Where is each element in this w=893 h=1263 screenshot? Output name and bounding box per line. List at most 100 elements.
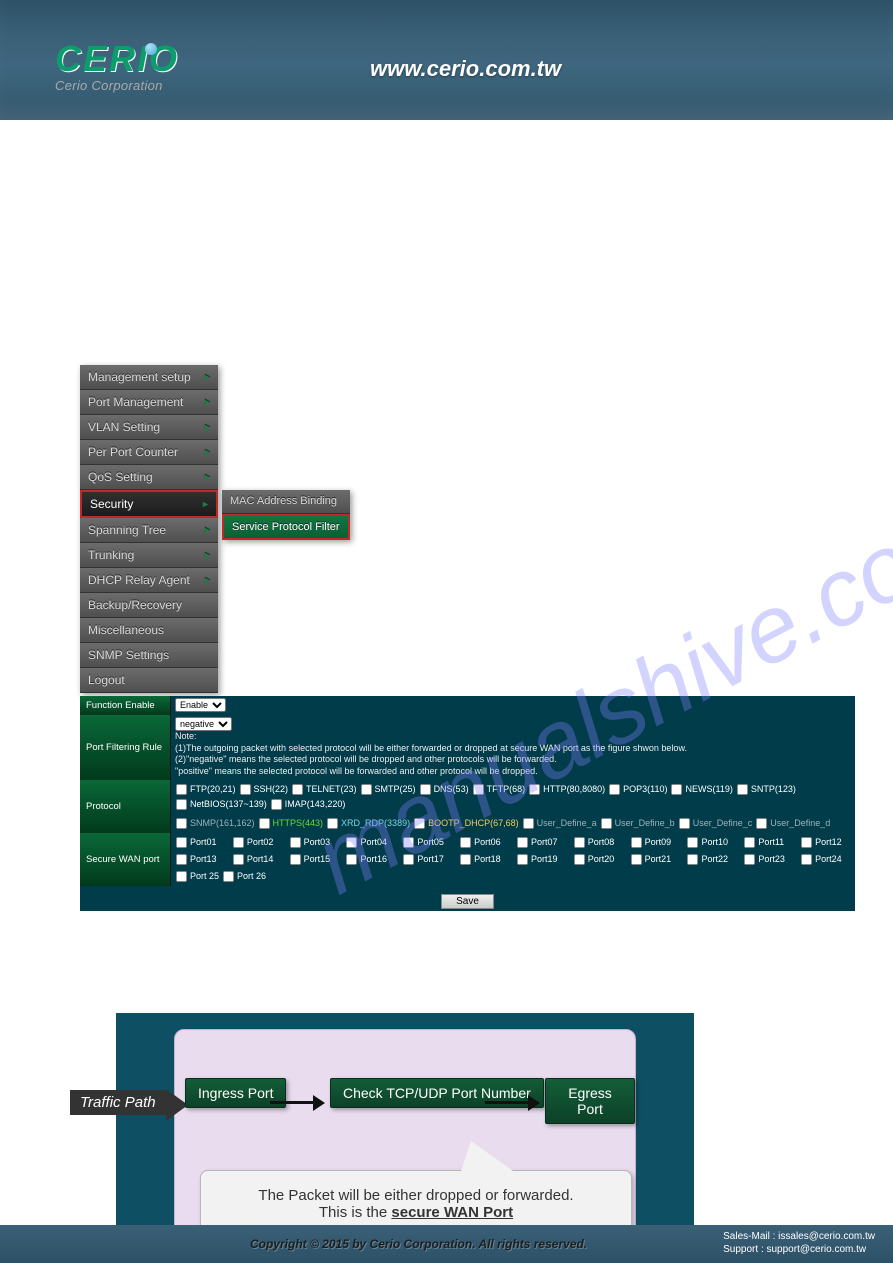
protocol-checkbox[interactable]: SMTP(25): [360, 783, 416, 796]
port-checkbox[interactable]: Port04: [345, 836, 393, 849]
checkbox[interactable]: [574, 854, 585, 865]
protocol-checkbox[interactable]: TFTP(68): [472, 783, 526, 796]
sidebar-item-backup-recovery[interactable]: Backup/Recovery: [80, 593, 218, 618]
sidebar-item-management-setup[interactable]: Management setup▸: [80, 365, 218, 390]
checkbox[interactable]: [473, 784, 484, 795]
checkbox[interactable]: [176, 799, 187, 810]
checkbox[interactable]: [233, 837, 244, 848]
checkbox[interactable]: [609, 784, 620, 795]
port-checkbox[interactable]: Port09: [630, 836, 678, 849]
protocol-checkbox[interactable]: NEWS(119): [670, 783, 732, 796]
protocol-checkbox[interactable]: User_Define_c: [678, 817, 753, 830]
protocol-checkbox[interactable]: IMAP(143,220): [270, 798, 346, 811]
checkbox[interactable]: [460, 854, 471, 865]
sidebar-item-spanning-tree[interactable]: Spanning Tree▸: [80, 518, 218, 543]
checkbox[interactable]: [601, 818, 612, 829]
checkbox[interactable]: [233, 854, 244, 865]
checkbox[interactable]: [679, 818, 690, 829]
checkbox[interactable]: [176, 854, 187, 865]
sidebar-item-security[interactable]: Security▸: [80, 490, 218, 518]
checkbox[interactable]: [460, 837, 471, 848]
checkbox[interactable]: [801, 837, 812, 848]
port-checkbox[interactable]: Port08: [573, 836, 621, 849]
protocol-checkbox[interactable]: XRD_RDP(3389): [326, 817, 410, 830]
checkbox[interactable]: [290, 837, 301, 848]
port-checkbox[interactable]: Port22: [686, 853, 734, 866]
port-checkbox[interactable]: Port14: [232, 853, 280, 866]
function-enable-select[interactable]: Enable: [175, 698, 226, 712]
port-checkbox[interactable]: Port11: [743, 836, 791, 849]
checkbox[interactable]: [517, 837, 528, 848]
protocol-checkbox[interactable]: FTP(20,21): [175, 783, 236, 796]
sidebar-item-qos-setting[interactable]: QoS Setting▸: [80, 465, 218, 490]
checkbox[interactable]: [290, 854, 301, 865]
checkbox[interactable]: [631, 837, 642, 848]
sidebar-item-vlan-setting[interactable]: VLAN Setting▸: [80, 415, 218, 440]
checkbox[interactable]: [176, 818, 187, 829]
checkbox[interactable]: [271, 799, 282, 810]
port-checkbox[interactable]: Port24: [800, 853, 848, 866]
checkbox[interactable]: [176, 871, 187, 882]
checkbox[interactable]: [176, 784, 187, 795]
checkbox[interactable]: [687, 837, 698, 848]
protocol-checkbox[interactable]: SNMP(161,162): [175, 817, 255, 830]
submenu-item-mac-address-binding[interactable]: MAC Address Binding: [222, 490, 350, 514]
checkbox[interactable]: [346, 837, 357, 848]
port-checkbox[interactable]: Port23: [743, 853, 791, 866]
port-checkbox[interactable]: Port01: [175, 836, 223, 849]
port-checkbox[interactable]: Port10: [686, 836, 734, 849]
port-checkbox[interactable]: Port12: [800, 836, 848, 849]
checkbox[interactable]: [756, 818, 767, 829]
port-checkbox[interactable]: Port07: [516, 836, 564, 849]
checkbox[interactable]: [361, 784, 372, 795]
checkbox[interactable]: [414, 818, 425, 829]
checkbox[interactable]: [671, 784, 682, 795]
port-checkbox[interactable]: Port15: [289, 853, 337, 866]
save-button[interactable]: Save: [441, 894, 494, 909]
protocol-checkbox[interactable]: DNS(53): [419, 783, 469, 796]
checkbox[interactable]: [744, 854, 755, 865]
protocol-checkbox[interactable]: User_Define_d: [755, 817, 830, 830]
checkbox[interactable]: [259, 818, 270, 829]
port-checkbox[interactable]: Port20: [573, 853, 621, 866]
protocol-checkbox[interactable]: HTTP(80,8080): [528, 783, 605, 796]
port-checkbox[interactable]: Port18: [459, 853, 507, 866]
port-filtering-rule-select[interactable]: negative: [175, 717, 232, 731]
port-checkbox[interactable]: Port19: [516, 853, 564, 866]
protocol-checkbox[interactable]: TELNET(23): [291, 783, 357, 796]
port-checkbox[interactable]: Port21: [630, 853, 678, 866]
protocol-checkbox[interactable]: NetBIOS(137~139): [175, 798, 267, 811]
protocol-checkbox[interactable]: SSH(22): [239, 783, 289, 796]
sidebar-item-dhcp-relay-agent[interactable]: DHCP Relay Agent▸: [80, 568, 218, 593]
checkbox[interactable]: [239, 784, 250, 795]
sidebar-item-per-port-counter[interactable]: Per Port Counter▸: [80, 440, 218, 465]
checkbox[interactable]: [574, 837, 585, 848]
port-checkbox[interactable]: Port05: [402, 836, 450, 849]
protocol-checkbox[interactable]: User_Define_a: [522, 817, 597, 830]
checkbox[interactable]: [744, 837, 755, 848]
port-checkbox[interactable]: Port06: [459, 836, 507, 849]
sidebar-item-logout[interactable]: Logout: [80, 668, 218, 693]
checkbox[interactable]: [517, 854, 528, 865]
checkbox[interactable]: [403, 837, 414, 848]
protocol-checkbox[interactable]: HTTPS(443): [258, 817, 324, 830]
protocol-checkbox[interactable]: SNTP(123): [736, 783, 796, 796]
checkbox[interactable]: [523, 818, 534, 829]
checkbox[interactable]: [223, 871, 234, 882]
port-checkbox[interactable]: Port17: [402, 853, 450, 866]
checkbox[interactable]: [529, 784, 540, 795]
checkbox[interactable]: [631, 854, 642, 865]
sidebar-item-port-management[interactable]: Port Management▸: [80, 390, 218, 415]
port-checkbox[interactable]: Port 26: [222, 870, 266, 883]
protocol-checkbox[interactable]: POP3(110): [608, 783, 667, 796]
checkbox[interactable]: [346, 854, 357, 865]
port-checkbox[interactable]: Port02: [232, 836, 280, 849]
protocol-checkbox[interactable]: BOOTP_DHCP(67,68): [413, 817, 519, 830]
port-checkbox[interactable]: Port 25: [175, 870, 219, 883]
checkbox[interactable]: [737, 784, 748, 795]
sidebar-item-trunking[interactable]: Trunking▸: [80, 543, 218, 568]
checkbox[interactable]: [327, 818, 338, 829]
checkbox[interactable]: [292, 784, 303, 795]
checkbox[interactable]: [403, 854, 414, 865]
sidebar-item-miscellaneous[interactable]: Miscellaneous: [80, 618, 218, 643]
